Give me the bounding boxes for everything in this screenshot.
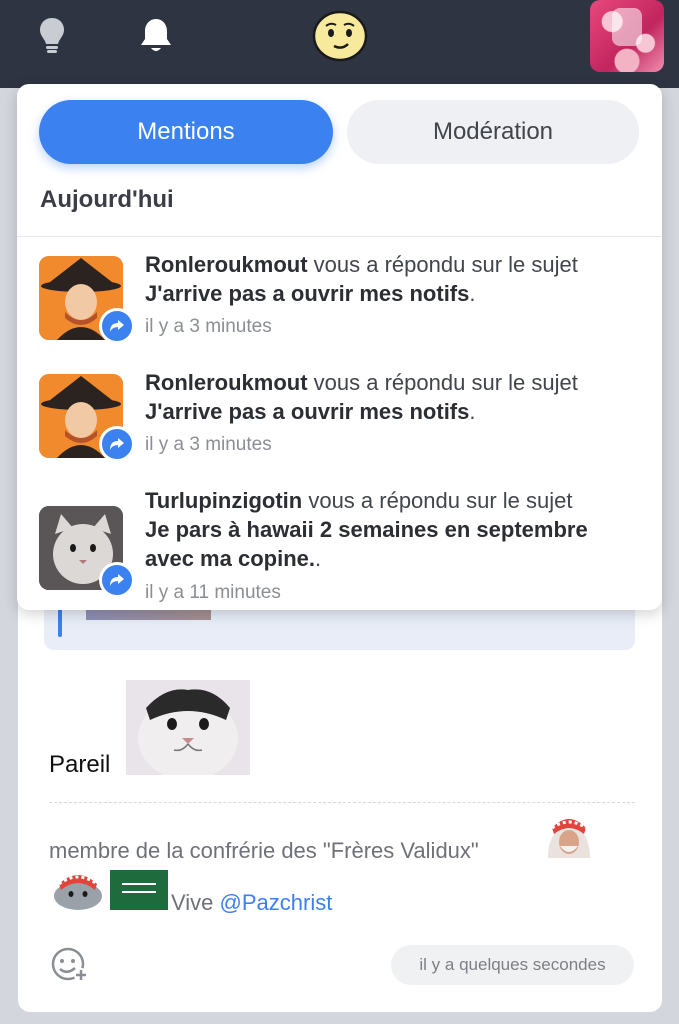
notification-action: vous a répondu sur le sujet: [307, 370, 578, 395]
notification-time: il y a 11 minutes: [145, 582, 281, 603]
notification-item[interactable]: Turlupinzigotin vous a répondu sur le su…: [17, 486, 662, 610]
notification-username: Turlupinzigotin: [145, 488, 303, 513]
saudi-flag-sticker-icon: [110, 870, 168, 910]
bell-icon[interactable]: [136, 14, 176, 58]
notification-text: Ronleroukmout vous a répondu sur le suje…: [145, 368, 640, 426]
notification-time: il y a 3 minutes: [145, 434, 272, 455]
signature-prefix: Vive: [171, 890, 220, 915]
lightbulb-icon[interactable]: [32, 14, 72, 58]
notification-username: Ronleroukmout: [145, 252, 308, 277]
tab-mentions[interactable]: Mentions: [39, 100, 333, 164]
notification-item[interactable]: Ronleroukmout vous a répondu sur le suje…: [17, 368, 662, 478]
notification-suffix: .: [469, 281, 476, 306]
notification-suffix: .: [314, 546, 322, 571]
sheikh-sticker-icon: [540, 814, 598, 858]
top-navigation-bar: [0, 0, 679, 88]
notification-action: vous a répondu sur le sujet: [307, 252, 578, 277]
notification-text: Turlupinzigotin vous a répondu sur le su…: [145, 486, 640, 573]
tab-moderation[interactable]: Modération: [347, 100, 639, 164]
reply-icon: [99, 426, 135, 462]
cat-sticker-image: [126, 680, 250, 775]
notification-username: Ronleroukmout: [145, 370, 308, 395]
notifications-dropdown: Mentions Modération Aujourd'hui Ronlerou…: [17, 84, 662, 610]
signature-text: membre de la confrérie des "Frères Valid…: [49, 838, 479, 863]
notification-subject: Je pars à hawaii 2 semaines en septembre…: [145, 517, 588, 571]
post-body-text: Pareil: [49, 751, 111, 778]
section-title: Aujourd'hui: [40, 186, 174, 213]
user-avatar[interactable]: [590, 0, 664, 72]
post-timestamp: il y a quelques secondes: [391, 945, 634, 985]
add-reaction-icon[interactable]: [50, 946, 90, 984]
seal-sheikh-sticker-icon: [49, 866, 107, 910]
reply-icon: [99, 308, 135, 344]
user-mention-link[interactable]: @Pazchrist: [220, 890, 333, 915]
signature-divider: [49, 802, 635, 803]
reply-icon: [99, 562, 135, 598]
notification-text: Ronleroukmout vous a répondu sur le suje…: [145, 250, 640, 308]
notification-time: il y a 3 minutes: [145, 316, 272, 337]
notification-action: vous a répondu sur le sujet: [302, 488, 573, 513]
section-divider: [17, 236, 662, 237]
notification-subject: J'arrive pas a ouvrir mes notifs: [145, 281, 470, 306]
signature-line-2: Vive @Pazchrist: [171, 890, 332, 916]
smiley-logo-icon[interactable]: [312, 10, 368, 62]
notification-suffix: .: [469, 399, 476, 424]
notification-item[interactable]: Ronleroukmout vous a répondu sur le suje…: [17, 250, 662, 360]
notification-subject: J'arrive pas a ouvrir mes notifs: [145, 399, 470, 424]
